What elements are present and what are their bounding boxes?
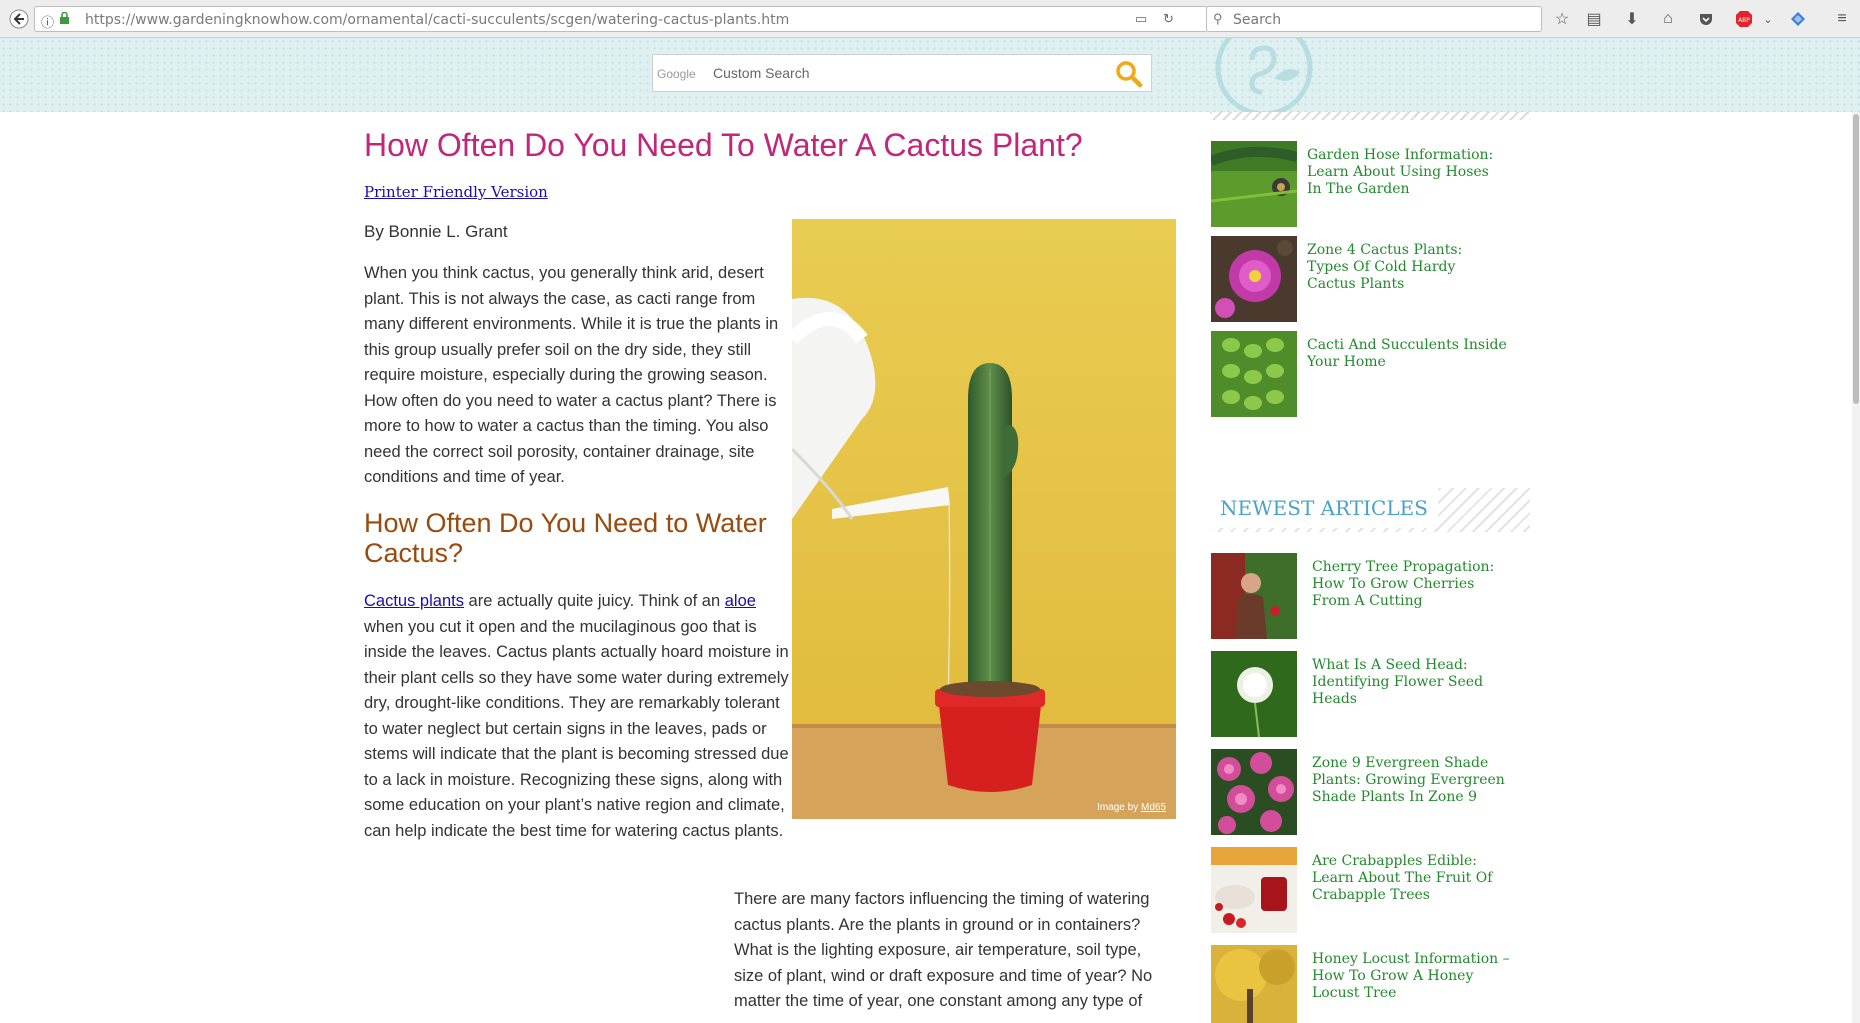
newest-article-title[interactable]: Are Crabapples Edible: Learn About The F…	[1312, 853, 1512, 904]
newest-article-title[interactable]: Zone 9 Evergreen Shade Plants: Growing E…	[1312, 755, 1512, 806]
garden-hose-thumbnail[interactable]	[1211, 141, 1297, 227]
related-article-card[interactable]: Cacti And Succulents Inside Your Home	[1211, 331, 1511, 417]
site-search-input[interactable]: Custom Search	[713, 65, 809, 81]
cherry-tree-thumbnail[interactable]	[1211, 553, 1297, 639]
seed-head-thumbnail[interactable]	[1211, 651, 1297, 737]
url-bar[interactable]: ⓘ https://www.gardeningknowhow.com/ornam…	[34, 6, 1208, 32]
site-logo-watermark	[1204, 19, 1324, 117]
related-article-title[interactable]: Garden Hose Information: Learn About Usi…	[1307, 147, 1507, 198]
printer-friendly-link[interactable]: Printer Friendly Version	[364, 183, 548, 201]
site-search-button[interactable]	[1113, 59, 1145, 89]
newest-article-card[interactable]: What Is A Seed Head: Identifying Flower …	[1211, 651, 1511, 737]
shade-plants-thumbnail[interactable]	[1211, 749, 1297, 835]
scrollbar-thumb[interactable]	[1853, 114, 1859, 404]
cactus-watering-image: Image by Md65	[792, 219, 1176, 819]
reader-view-icon[interactable]: ▭	[1135, 11, 1147, 27]
browser-toolbar: ⓘ https://www.gardeningknowhow.com/ornam…	[0, 0, 1860, 38]
page-scrollbar[interactable]	[1852, 112, 1860, 1023]
paragraph-2-text-a: are actually quite juicy. Think of an	[463, 592, 725, 610]
cactus-flower-thumbnail[interactable]	[1211, 236, 1297, 322]
byline: By Bonnie L. Grant	[364, 222, 508, 241]
cactus-plants-link[interactable]: Cactus plants	[364, 592, 464, 610]
newest-article-card[interactable]: Are Crabapples Edible: Learn About The F…	[1211, 847, 1511, 933]
url-text: https://www.gardeningknowhow.com/ornamen…	[85, 12, 789, 28]
section-heading: How Often Do You Need to Water Cactus?	[364, 508, 767, 568]
back-arrow-icon	[9, 9, 29, 29]
newest-article-title[interactable]: Cherry Tree Propagation: How To Grow Che…	[1312, 559, 1512, 610]
article-title: How Often Do You Need To Water A Cactus …	[364, 127, 1083, 163]
newest-article-title[interactable]: What Is A Seed Head: Identifying Flower …	[1312, 657, 1512, 708]
newest-article-title[interactable]: Honey Locust Information – How To Grow A…	[1312, 951, 1512, 1002]
crabapples-thumbnail[interactable]	[1211, 847, 1297, 933]
site-header: Google Custom Search	[0, 19, 1860, 117]
related-article-card[interactable]: Zone 4 Cactus Plants: Types Of Cold Hard…	[1211, 236, 1511, 322]
bookmark-star-icon[interactable]: ☆	[1550, 7, 1574, 31]
article-paragraph-3: There are many factors influencing the t…	[734, 890, 1153, 1010]
info-icon[interactable]: ⓘ	[41, 12, 54, 31]
article-paragraph-1: When you think cactus, you generally thi…	[364, 264, 779, 486]
reading-list-icon[interactable]: ▤	[1582, 7, 1606, 31]
home-icon[interactable]: ⌂	[1656, 7, 1680, 31]
browser-search-field[interactable]: ⚲ Search	[1206, 6, 1542, 32]
downloads-icon[interactable]: ⬇	[1620, 7, 1644, 31]
article: How Often Do You Need To Water A Cactus …	[364, 112, 1176, 1023]
url-host: https://www.gardeningknowhow.com	[85, 12, 343, 28]
back-button[interactable]	[4, 4, 34, 34]
adblock-icon[interactable]: ABP	[1732, 7, 1756, 31]
browser-search-placeholder: Search	[1233, 12, 1282, 28]
svg-text:ABP: ABP	[1738, 17, 1750, 24]
honey-locust-thumbnail[interactable]	[1211, 945, 1297, 1023]
google-logo: Google	[657, 67, 696, 81]
extension-icon[interactable]	[1786, 7, 1810, 31]
newest-article-card[interactable]: Zone 9 Evergreen Shade Plants: Growing E…	[1211, 749, 1511, 835]
sidebar-divider	[1210, 112, 1530, 120]
related-article-card[interactable]: Garden Hose Information: Learn About Usi…	[1211, 141, 1511, 227]
url-path: /ornamental/cacti-succulents/scgen/water…	[342, 12, 790, 28]
succulent-thumbnail[interactable]	[1211, 331, 1297, 417]
related-article-title[interactable]: Zone 4 Cactus Plants: Types Of Cold Hard…	[1307, 242, 1507, 293]
lock-icon	[59, 11, 70, 28]
chevron-down-icon[interactable]: ⌄	[1756, 7, 1780, 31]
menu-icon[interactable]: ≡	[1830, 7, 1854, 31]
search-icon: ⚲	[1213, 11, 1223, 26]
newest-article-card[interactable]: Honey Locust Information – How To Grow A…	[1211, 945, 1511, 1023]
site-search-box[interactable]: Google Custom Search	[652, 54, 1152, 92]
related-article-title[interactable]: Cacti And Succulents Inside Your Home	[1307, 337, 1507, 371]
image-credit-link[interactable]: Md65	[1141, 802, 1166, 813]
paragraph-2-text-b: when you cut it open and the mucilaginou…	[364, 617, 789, 840]
aloe-link[interactable]: aloe	[725, 592, 756, 610]
magnifier-icon	[1116, 61, 1143, 88]
image-credit: Image by Md65	[1097, 802, 1166, 813]
image-credit-prefix: Image by	[1097, 802, 1141, 813]
newest-articles-header: NEWEST ARTICLES	[1210, 488, 1530, 532]
newest-article-card[interactable]: Cherry Tree Propagation: How To Grow Che…	[1211, 553, 1511, 639]
sidebar: Garden Hose Information: Learn About Usi…	[1210, 112, 1530, 1023]
article-paragraph-2: Cactus plants are actually quite juicy. …	[364, 589, 789, 844]
newest-articles-heading: NEWEST ARTICLES	[1210, 488, 1438, 528]
pocket-icon[interactable]	[1694, 7, 1718, 31]
reload-icon[interactable]: ↻	[1163, 11, 1174, 27]
